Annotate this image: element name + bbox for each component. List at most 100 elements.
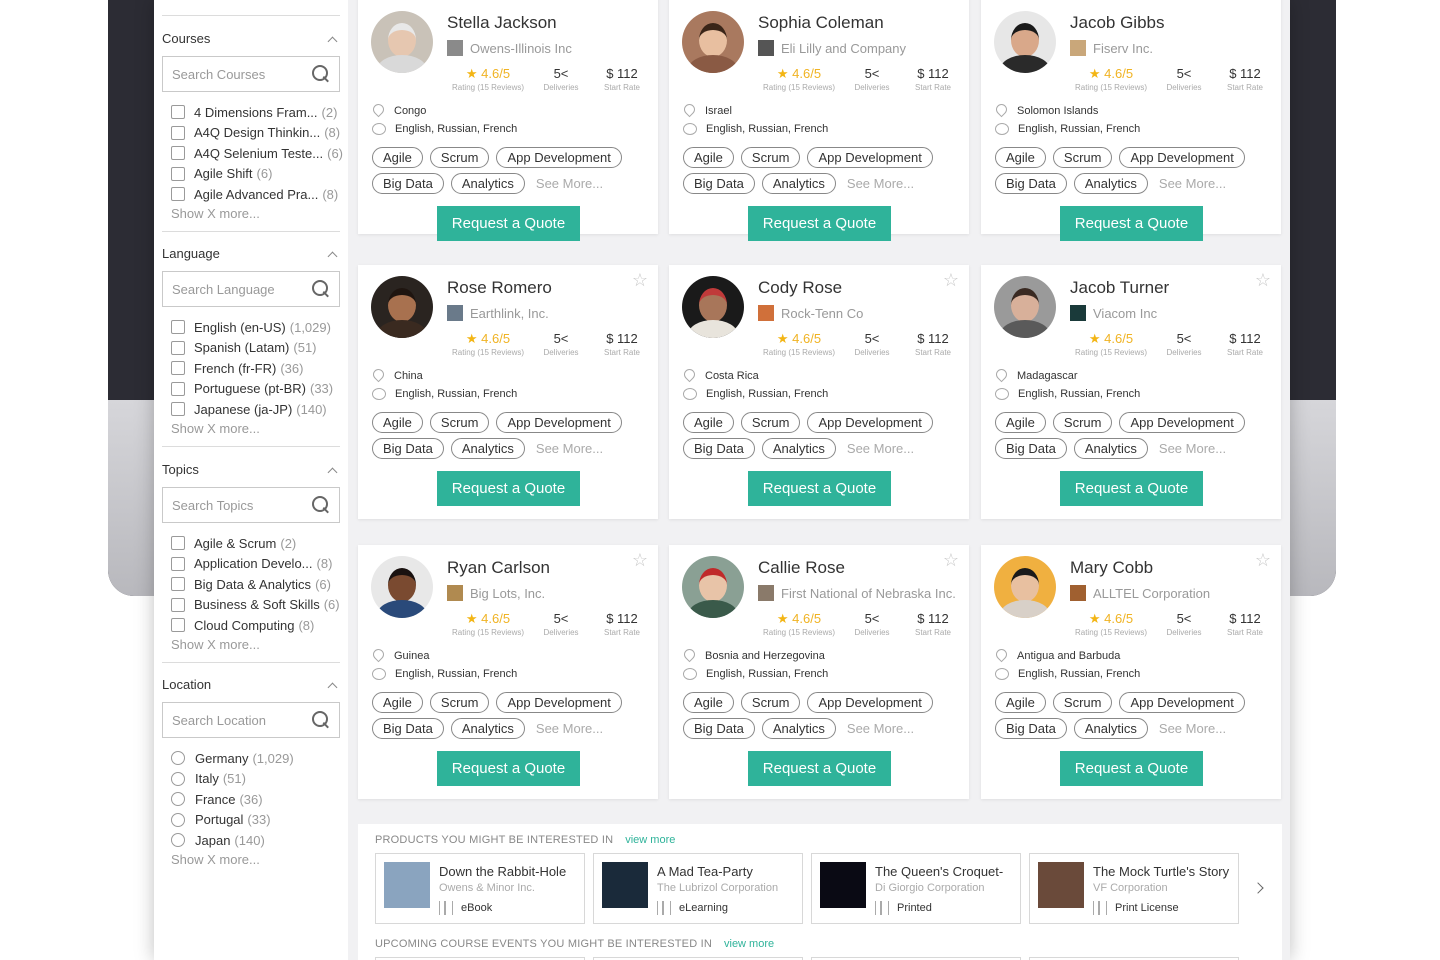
skill-tag[interactable]: App Development bbox=[496, 146, 622, 168]
checkbox[interactable] bbox=[171, 105, 185, 120]
filter-option[interactable]: Portugal (33) bbox=[162, 810, 340, 831]
checkbox[interactable] bbox=[171, 146, 185, 161]
filter-option[interactable]: Italy (51) bbox=[162, 769, 340, 790]
see-more-link[interactable]: See More... bbox=[1159, 176, 1226, 191]
filter-option[interactable]: Business & Soft Skills (6) bbox=[162, 595, 340, 616]
filter-option[interactable]: Agile & Scrum (2) bbox=[162, 533, 340, 554]
star-outline-icon[interactable]: ☆ bbox=[632, 551, 648, 569]
radio-button[interactable] bbox=[171, 751, 185, 766]
filter-section-header[interactable]: Topics bbox=[162, 461, 340, 479]
see-more-link[interactable]: See More... bbox=[536, 721, 603, 736]
product-card[interactable]: Down the Rabbit-Hole Owens & Minor Inc. eB… bbox=[375, 853, 585, 924]
filter-option[interactable]: A4Q Selenium Teste... (6) bbox=[162, 143, 343, 164]
skill-tag[interactable]: App Development bbox=[496, 691, 622, 713]
filter-option[interactable]: English (en-US) (1,029) bbox=[162, 317, 340, 338]
search-icon[interactable] bbox=[311, 495, 331, 515]
skill-tag[interactable]: Agile bbox=[995, 146, 1046, 168]
skill-tag[interactable]: Big Data bbox=[372, 717, 444, 739]
star-outline-icon[interactable]: ☆ bbox=[1255, 271, 1271, 289]
filter-search-input[interactable] bbox=[172, 66, 302, 82]
request-quote-button[interactable]: Request a Quote bbox=[1060, 471, 1203, 506]
show-more-link[interactable]: Show X more... bbox=[162, 851, 340, 869]
trainer-name[interactable]: Jacob Turner bbox=[1070, 278, 1169, 298]
avatar[interactable] bbox=[994, 11, 1056, 73]
checkbox[interactable] bbox=[171, 166, 185, 181]
filter-option[interactable]: Spanish (Latam) (51) bbox=[162, 338, 340, 359]
avatar[interactable] bbox=[371, 276, 433, 338]
skill-tag[interactable]: Big Data bbox=[995, 437, 1067, 459]
skill-tag[interactable]: Analytics bbox=[450, 437, 525, 459]
checkbox[interactable] bbox=[171, 340, 185, 355]
request-quote-button[interactable]: Request a Quote bbox=[437, 471, 580, 506]
skill-tag[interactable]: Agile bbox=[372, 411, 423, 433]
trainer-name[interactable]: Callie Rose bbox=[758, 558, 845, 578]
see-more-link[interactable]: See More... bbox=[847, 441, 914, 456]
products-view-more-link[interactable]: view more bbox=[625, 834, 675, 846]
filter-section-header[interactable]: Location bbox=[162, 676, 340, 694]
skill-tag[interactable]: Scrum bbox=[740, 411, 801, 433]
checkbox[interactable] bbox=[171, 125, 185, 140]
trainer-name[interactable]: Stella Jackson bbox=[447, 13, 557, 33]
skill-tag[interactable]: Analytics bbox=[761, 437, 836, 459]
request-quote-button[interactable]: Request a Quote bbox=[437, 751, 580, 786]
skill-tag[interactable]: Big Data bbox=[683, 172, 755, 194]
filter-option[interactable]: Cloud Computing (8) bbox=[162, 615, 340, 636]
skill-tag[interactable]: Agile bbox=[995, 691, 1046, 713]
skill-tag[interactable]: App Development bbox=[496, 411, 622, 433]
avatar[interactable] bbox=[371, 11, 433, 73]
avatar[interactable] bbox=[994, 556, 1056, 618]
see-more-link[interactable]: See More... bbox=[536, 441, 603, 456]
checkbox[interactable] bbox=[171, 320, 185, 335]
avatar[interactable] bbox=[682, 556, 744, 618]
radio-button[interactable] bbox=[171, 792, 185, 807]
product-card[interactable]: The Mock Turtle's Story VF Corporation Pri… bbox=[1029, 853, 1239, 924]
star-outline-icon[interactable]: ☆ bbox=[943, 271, 959, 289]
checkbox[interactable] bbox=[171, 381, 185, 396]
skill-tag[interactable]: Analytics bbox=[450, 717, 525, 739]
see-more-link[interactable]: See More... bbox=[847, 721, 914, 736]
skill-tag[interactable]: Analytics bbox=[1073, 437, 1148, 459]
skill-tag[interactable]: Agile bbox=[995, 411, 1046, 433]
see-more-link[interactable]: See More... bbox=[847, 176, 914, 191]
skill-tag[interactable]: Agile bbox=[372, 691, 423, 713]
skill-tag[interactable]: Scrum bbox=[1052, 411, 1113, 433]
skill-tag[interactable]: App Development bbox=[1119, 146, 1245, 168]
filter-search-input[interactable] bbox=[172, 281, 302, 297]
radio-button[interactable] bbox=[171, 771, 185, 786]
filter-option[interactable]: A4Q Design Thinkin... (8) bbox=[162, 123, 340, 144]
filter-option[interactable]: French (fr-FR) (36) bbox=[162, 358, 340, 379]
show-more-link[interactable]: Show X more... bbox=[162, 205, 340, 223]
request-quote-button[interactable]: Request a Quote bbox=[1060, 751, 1203, 786]
skill-tag[interactable]: Agile bbox=[372, 146, 423, 168]
request-quote-button[interactable]: Request a Quote bbox=[748, 471, 891, 506]
events-view-more-link[interactable]: view more bbox=[724, 938, 774, 950]
chevron-right-icon[interactable] bbox=[1252, 882, 1264, 894]
request-quote-button[interactable]: Request a Quote bbox=[437, 206, 580, 241]
chevron-up-icon[interactable] bbox=[327, 36, 338, 46]
radio-button[interactable] bbox=[171, 833, 185, 848]
filter-option[interactable]: Japan (140) bbox=[162, 830, 340, 851]
chevron-up-icon[interactable] bbox=[327, 251, 338, 261]
see-more-link[interactable]: See More... bbox=[1159, 721, 1226, 736]
checkbox[interactable] bbox=[171, 618, 185, 633]
checkbox[interactable] bbox=[171, 402, 185, 417]
trainer-name[interactable]: Mary Cobb bbox=[1070, 558, 1153, 578]
trainer-name[interactable]: Sophia Coleman bbox=[758, 13, 884, 33]
skill-tag[interactable]: Big Data bbox=[995, 172, 1067, 194]
filter-option[interactable]: 4 Dimensions Fram... (2) bbox=[162, 102, 340, 123]
trainer-name[interactable]: Jacob Gibbs bbox=[1070, 13, 1165, 33]
skill-tag[interactable]: Analytics bbox=[1073, 172, 1148, 194]
skill-tag[interactable]: Agile bbox=[683, 146, 734, 168]
skill-tag[interactable]: Analytics bbox=[761, 717, 836, 739]
chevron-up-icon[interactable] bbox=[327, 467, 338, 477]
product-card[interactable]: The Queen's Croquet- Di Giorgio Corporati… bbox=[811, 853, 1021, 924]
avatar[interactable] bbox=[682, 11, 744, 73]
filter-search-input[interactable] bbox=[172, 712, 302, 728]
checkbox[interactable] bbox=[171, 577, 185, 592]
show-more-link[interactable]: Show X more... bbox=[162, 636, 340, 654]
checkbox[interactable] bbox=[171, 597, 185, 612]
trainer-name[interactable]: Rose Romero bbox=[447, 278, 552, 298]
search-icon[interactable] bbox=[311, 710, 331, 730]
search-icon[interactable] bbox=[311, 279, 331, 299]
filter-option[interactable]: Application Develo... (8) bbox=[162, 554, 340, 575]
